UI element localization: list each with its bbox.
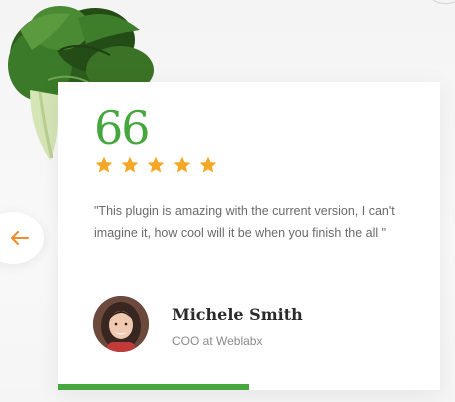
testimonial-text: "This plugin is amazing with the current…: [94, 204, 395, 240]
avatar: [93, 296, 149, 352]
testimonial-card: 66 "This plugin is amazing with the curr…: [58, 82, 440, 390]
star-icon: [147, 156, 165, 173]
quote-mark: 66: [94, 101, 151, 155]
slider-progress-track: [58, 384, 440, 390]
star-icon: [199, 156, 217, 173]
author-role: COO at Weblabx: [172, 334, 263, 348]
avatar-portrait: [93, 296, 149, 352]
star-rating: [94, 155, 218, 175]
slider-progress-fill: [58, 384, 249, 390]
star-icon: [121, 156, 139, 173]
arrow-left-icon: [11, 231, 29, 245]
star-icon: [173, 156, 191, 173]
author-name: Michele Smith: [172, 305, 303, 324]
corner-decoration: [432, 0, 455, 5]
star-icon: [95, 156, 113, 173]
